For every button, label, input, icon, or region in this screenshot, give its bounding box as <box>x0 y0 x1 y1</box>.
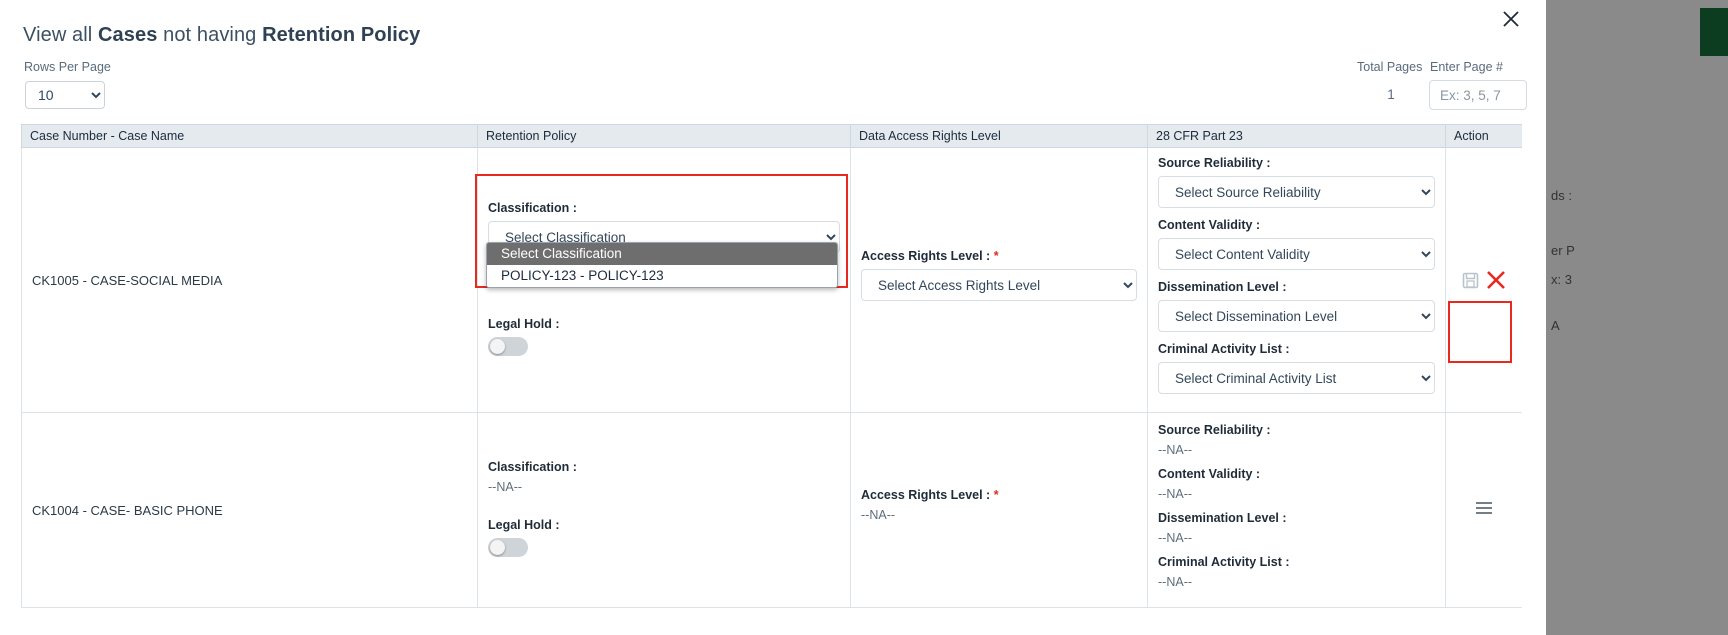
cell-data-access-rights-level: Access Rights Level : * --NA-- <box>850 412 1148 608</box>
source-reliability-label: Source Reliability : <box>1158 156 1271 170</box>
dropdown-option-select-classification[interactable]: Select Classification <box>487 243 837 265</box>
case-number-case-name: CK1005 - CASE-SOCIAL MEDIA <box>32 272 223 288</box>
access-rights-level-value: --NA-- <box>861 508 896 522</box>
save-icon[interactable] <box>1462 272 1479 289</box>
enter-page-label: Enter Page # <box>1430 60 1503 74</box>
cancel-icon[interactable] <box>1485 269 1507 291</box>
title-prefix: View all <box>23 24 99 46</box>
access-rights-level-label-text: Access Rights Level : <box>861 249 991 263</box>
classification-dropdown-list[interactable]: Select Classification POLICY-123 - POLIC… <box>486 242 838 288</box>
required-asterisk: * <box>993 249 999 263</box>
content-validity-select[interactable]: Select Content Validity <box>1158 238 1435 270</box>
access-rights-level-label: Access Rights Level : * <box>861 249 1137 263</box>
classification-value: --NA-- <box>488 480 523 494</box>
classification-label: Classification : <box>488 201 577 215</box>
case-number-case-name: CK1004 - CASE- BASIC PHONE <box>32 502 223 518</box>
access-rights-level-label: Access Rights Level : * <box>861 488 1137 502</box>
required-asterisk: * <box>993 488 999 502</box>
title-middle: not having <box>157 24 263 46</box>
dropdown-option-policy-123[interactable]: POLICY-123 - POLICY-123 <box>487 265 837 287</box>
content-validity-value: --NA-- <box>1158 487 1193 501</box>
rows-per-page-label: Rows Per Page <box>24 60 111 74</box>
background-text-fragment-2: er P <box>1551 243 1575 258</box>
total-pages-value: 1 <box>1387 87 1395 102</box>
rows-per-page-select[interactable]: 10 <box>25 81 105 109</box>
title-bold-cases: Cases <box>98 24 158 46</box>
access-rights-level-label-text: Access Rights Level : <box>861 488 991 502</box>
source-reliability-label: Source Reliability : <box>1158 423 1271 437</box>
screen-root: ds : er P x: 3 A View all Cases not havi… <box>0 0 1728 635</box>
legal-hold-toggle[interactable] <box>488 538 528 557</box>
cell-case-name: CK1005 - CASE-SOCIAL MEDIA <box>21 147 478 413</box>
cases-table-container: Case Number - Case Name Retention Policy… <box>21 124 1522 635</box>
cell-28-cfr-part-23: Source Reliability : --NA-- Content Vali… <box>1147 412 1446 608</box>
page-title: View all Cases not having Retention Poli… <box>23 24 420 47</box>
legal-hold-label: Legal Hold : <box>488 518 560 532</box>
dissemination-level-label: Dissemination Level : <box>1158 280 1287 294</box>
cell-retention-policy: Classification : --NA-- Legal Hold : <box>477 412 851 608</box>
criminal-activity-list-value: --NA-- <box>1158 575 1193 589</box>
background-text-fragment-3: x: 3 <box>1551 272 1572 287</box>
table-header-row: Case Number - Case Name Retention Policy… <box>21 124 1522 148</box>
background-text-fragment-1: ds : <box>1551 188 1572 203</box>
cell-action <box>1445 412 1522 608</box>
access-rights-level-select[interactable]: Select Access Rights Level <box>861 269 1137 301</box>
cell-28-cfr-part-23: Source Reliability : Select Source Relia… <box>1147 147 1446 413</box>
hamburger-menu-icon[interactable] <box>1474 500 1494 520</box>
column-header-retention-policy: Retention Policy <box>477 124 851 148</box>
cell-case-name: CK1004 - CASE- BASIC PHONE <box>21 412 478 608</box>
cell-data-access-rights-level: Access Rights Level : * Select Access Ri… <box>850 147 1148 413</box>
close-icon[interactable] <box>1498 6 1524 32</box>
cases-table: Case Number - Case Name Retention Policy… <box>21 124 1522 608</box>
cases-without-retention-policy-modal: View all Cases not having Retention Poli… <box>0 0 1546 635</box>
content-validity-label: Content Validity : <box>1158 218 1261 232</box>
action-icons-group <box>1456 269 1512 291</box>
cell-action <box>1445 147 1522 413</box>
table-row: CK1004 - CASE- BASIC PHONE Classificatio… <box>21 412 1522 608</box>
dissemination-level-value: --NA-- <box>1158 531 1193 545</box>
column-header-28-cfr-part-23: 28 CFR Part 23 <box>1147 124 1446 148</box>
total-pages-label: Total Pages <box>1357 60 1423 74</box>
criminal-activity-list-label: Criminal Activity List : <box>1158 555 1290 569</box>
content-validity-label: Content Validity : <box>1158 467 1261 481</box>
enter-page-input[interactable] <box>1429 80 1527 110</box>
column-header-data-access-rights-level: Data Access Rights Level <box>850 124 1148 148</box>
column-header-case: Case Number - Case Name <box>21 124 478 148</box>
source-reliability-select[interactable]: Select Source Reliability <box>1158 176 1435 208</box>
criminal-activity-list-label: Criminal Activity List : <box>1158 342 1290 356</box>
source-reliability-value: --NA-- <box>1158 443 1193 457</box>
criminal-activity-list-select[interactable]: Select Criminal Activity List <box>1158 362 1435 394</box>
dissemination-level-select[interactable]: Select Dissemination Level <box>1158 300 1435 332</box>
legal-hold-toggle[interactable] <box>488 337 528 356</box>
title-bold-retention-policy: Retention Policy <box>262 24 421 46</box>
background-green-strip <box>1700 8 1728 56</box>
column-header-action: Action <box>1445 124 1522 148</box>
background-text-fragment-4: A <box>1551 318 1560 333</box>
classification-label: Classification : <box>488 460 577 474</box>
legal-hold-label: Legal Hold : <box>488 317 560 331</box>
dissemination-level-label: Dissemination Level : <box>1158 511 1287 525</box>
